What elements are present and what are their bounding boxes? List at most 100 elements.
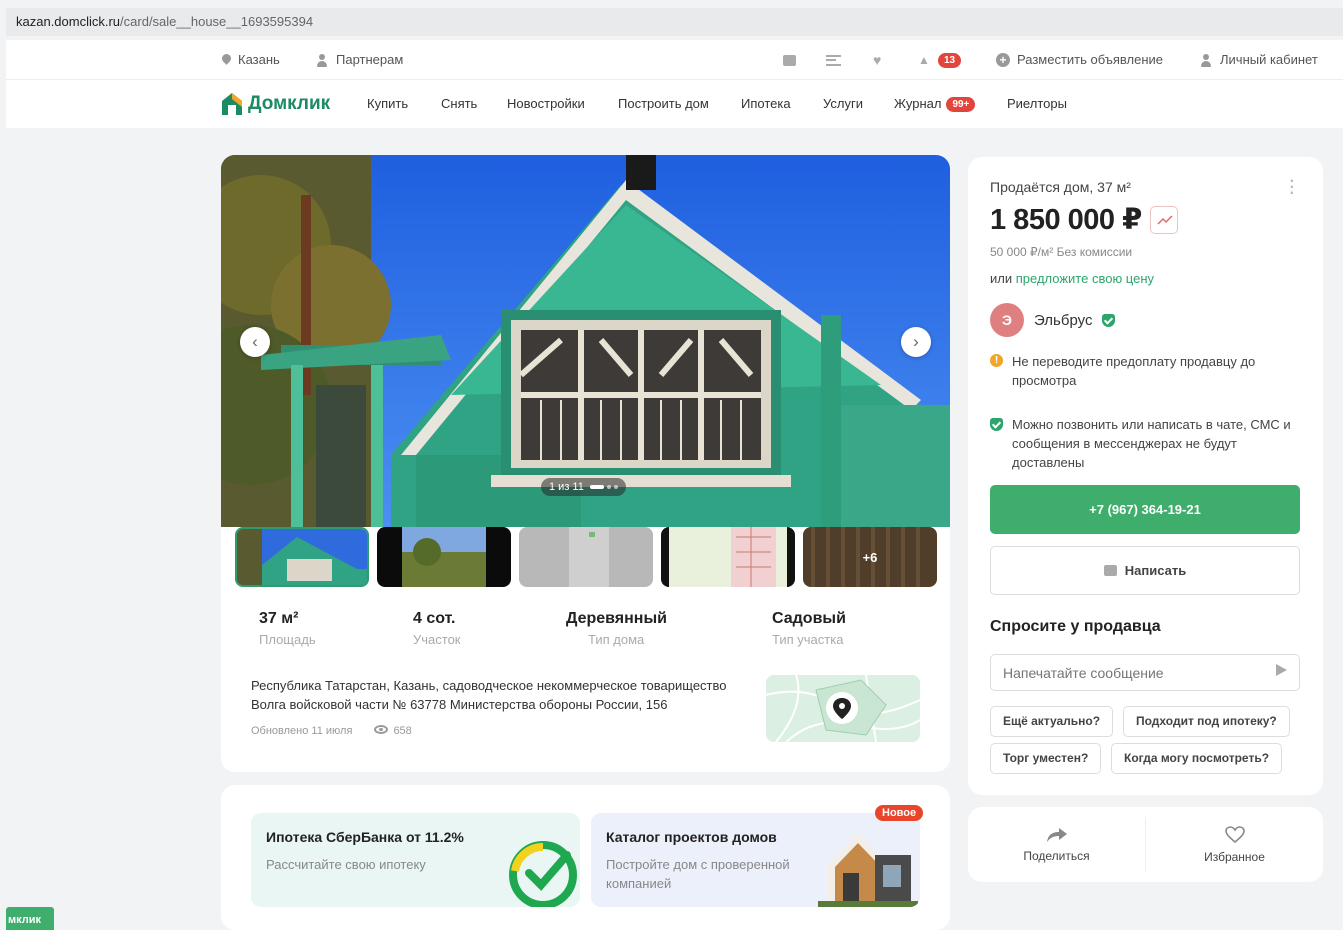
- eye-icon: [374, 725, 389, 734]
- promo-subtitle: Рассчитайте свою ипотеку: [266, 857, 426, 872]
- listing-title: Продаётся дом, 37 м²: [990, 179, 1131, 195]
- spec-value: Деревянный: [566, 610, 667, 627]
- notifications-badge: 13: [938, 52, 962, 68]
- price: 1 850 000 ₽: [990, 204, 1142, 236]
- price-per-meter: 50 000 ₽/м² Без комиссии: [990, 245, 1133, 259]
- chevron-right-icon: ›: [913, 332, 919, 351]
- ask-seller-heading: Спросите у продавца: [990, 618, 1161, 635]
- nav-services[interactable]: Услуги: [823, 80, 863, 128]
- next-photo-button[interactable]: ›: [901, 327, 931, 357]
- cabinet-label: Личный кабинет: [1220, 52, 1318, 67]
- nav-buy[interactable]: Купить: [367, 80, 408, 128]
- nav-journal-label: Журнал: [894, 96, 942, 111]
- main-photo[interactable]: ‹ › 1 из 11: [221, 155, 950, 527]
- spec-plot-type: Садовый Тип участка: [772, 610, 846, 647]
- seller-info[interactable]: Э Эльбрус: [990, 303, 1116, 337]
- chevron-left-icon: ‹: [252, 332, 258, 351]
- prev-photo-button[interactable]: ‹: [240, 327, 270, 357]
- sberbank-check-icon: [509, 841, 577, 907]
- plus-circle-icon: +: [996, 53, 1010, 67]
- city-label: Казань: [238, 52, 280, 67]
- more-photos-overlay[interactable]: +6: [803, 527, 937, 587]
- prepayment-warning: ! Не переводите предоплату продавцу до п…: [990, 352, 1260, 390]
- warning-icon: !: [990, 354, 1003, 367]
- thumbnail[interactable]: [661, 527, 795, 587]
- compare-button[interactable]: [826, 40, 841, 80]
- specs-row: 37 м² Площадь 4 сот. Участок Деревянный …: [221, 610, 950, 654]
- quick-question-chip[interactable]: Когда могу посмотреть?: [1111, 743, 1283, 774]
- write-message-button[interactable]: Написать: [990, 546, 1300, 595]
- price-history-button[interactable]: [1149, 205, 1178, 234]
- price-row: 1 850 000 ₽: [990, 202, 1178, 237]
- photo-counter: 1 из 11: [541, 478, 626, 496]
- messages-button[interactable]: [783, 40, 796, 80]
- spec-label: Тип участка: [772, 632, 844, 647]
- notifications-button[interactable]: ▲ 13: [918, 40, 962, 80]
- thumbnail[interactable]: [519, 527, 653, 587]
- favorite-button[interactable]: Избранное: [1146, 807, 1323, 882]
- spec-label: Тип дома: [588, 632, 645, 647]
- heart-icon: ♥: [873, 51, 882, 68]
- spec-house-type: Деревянный Тип дома: [566, 610, 667, 647]
- photo-counter-text: 1 из 11: [549, 481, 584, 493]
- house-logo-icon: [221, 92, 243, 116]
- views-counter: 658: [374, 725, 412, 737]
- spec-value: 37 м²: [259, 610, 299, 627]
- kebab-menu-icon: · · ·: [1289, 173, 1295, 202]
- journal-badge: 99+: [946, 96, 976, 112]
- thumbnail[interactable]: +6: [803, 527, 937, 587]
- quick-question-chip[interactable]: Ещё актуально?: [990, 706, 1114, 737]
- nav-new-buildings[interactable]: Новостройки: [507, 80, 585, 128]
- avatar: Э: [990, 303, 1024, 337]
- nav-realtors[interactable]: Риелторы: [1007, 80, 1067, 128]
- nav-rent[interactable]: Снять: [441, 80, 477, 128]
- nav-mortgage[interactable]: Ипотека: [741, 80, 791, 128]
- post-ad-button[interactable]: + Разместить объявление: [996, 40, 1163, 80]
- views-count: 658: [393, 725, 412, 737]
- domclick-logo[interactable]: Домклик: [221, 92, 330, 116]
- share-arrow-icon: [1046, 827, 1067, 842]
- share-label: Поделиться: [1023, 848, 1090, 863]
- nav-journal[interactable]: Журнал 99+: [894, 80, 976, 128]
- house-catalog-promo-card[interactable]: Каталог проектов домов Постройте дом с п…: [591, 813, 920, 907]
- partners-link[interactable]: Партнерам: [316, 40, 403, 80]
- message-input[interactable]: [990, 654, 1300, 691]
- nav-build-house[interactable]: Построить дом: [618, 80, 709, 128]
- corner-brand-tag: мклик: [6, 907, 54, 930]
- main-nav: Домклик Купить Снять Новостройки Построи…: [6, 80, 1343, 128]
- more-options-button[interactable]: · · ·: [1290, 174, 1295, 202]
- new-badge: Новое: [875, 805, 924, 821]
- spec-area: 37 м² Площадь: [259, 610, 316, 647]
- quick-question-chip[interactable]: Подходит под ипотеку?: [1123, 706, 1290, 737]
- verified-shield-icon: [1102, 313, 1116, 327]
- trend-up-icon: [1157, 214, 1173, 225]
- seller-name: Эльбрус: [1034, 311, 1093, 329]
- mortgage-promo-card[interactable]: Ипотека СберБанка от 11.2% Рассчитайте с…: [251, 813, 580, 907]
- spec-plot: 4 сот. Участок: [413, 610, 461, 647]
- compare-list-icon: [826, 54, 841, 66]
- offer-prefix: или: [990, 271, 1016, 286]
- top-utility-bar: Казань Партнерам ♥ ▲ 13 + Разместить объ…: [6, 40, 1343, 80]
- quick-question-chip[interactable]: Торг уместен?: [990, 743, 1102, 774]
- heart-outline-icon: [1224, 825, 1245, 843]
- modern-house-image: [818, 833, 918, 907]
- thumbnail[interactable]: [377, 527, 511, 587]
- favorites-button[interactable]: ♥: [873, 40, 886, 80]
- spec-value: 4 сот.: [413, 610, 456, 627]
- promo-subtitle: Постройте дом с проверенной компанией: [606, 857, 790, 891]
- location-minimap[interactable]: [766, 675, 920, 742]
- post-ad-label: Разместить объявление: [1017, 52, 1164, 67]
- listing-meta: Обновлено 11 июля 658: [251, 725, 412, 737]
- shield-check-icon: [990, 418, 1003, 431]
- city-selector[interactable]: Казань: [222, 40, 280, 80]
- send-icon[interactable]: [1276, 664, 1287, 676]
- cabinet-link[interactable]: Личный кабинет: [1200, 40, 1318, 80]
- thumbnail[interactable]: [235, 527, 369, 587]
- url-domain: kazan.domclick.ru: [16, 14, 121, 29]
- phone-call-button[interactable]: +7 (967) 364-19-21: [990, 485, 1300, 534]
- favorite-label: Избранное: [1204, 849, 1265, 864]
- offer-price-link[interactable]: предложите свою цену: [1016, 271, 1154, 286]
- share-button[interactable]: Поделиться: [968, 807, 1145, 882]
- address-bar[interactable]: kazan.domclick.ru/card/sale__house__1693…: [6, 8, 1343, 36]
- listing-card: ‹ › 1 из 11 +6 37 м² Площадь 4 сот. Учас…: [221, 155, 950, 772]
